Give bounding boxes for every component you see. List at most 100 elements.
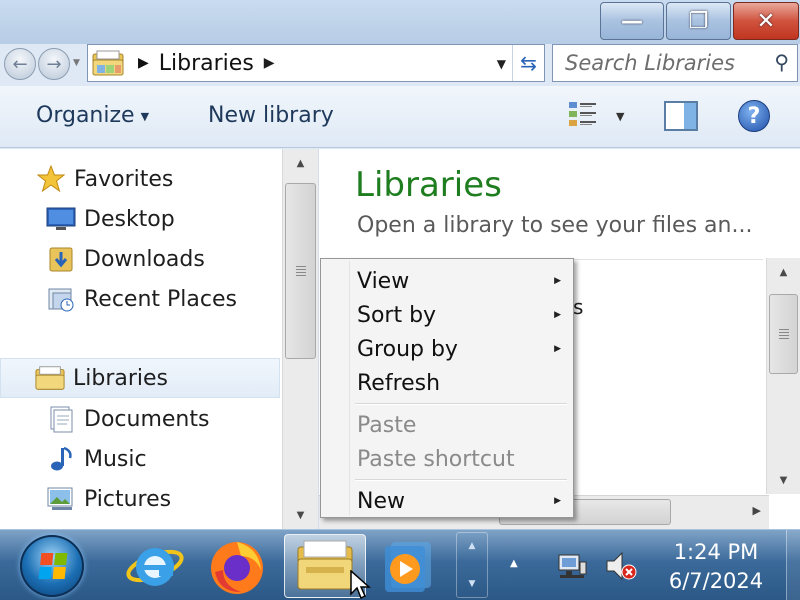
title-bar: — ❐ ✕ <box>0 0 800 44</box>
network-icon[interactable] <box>556 550 588 582</box>
organize-button[interactable]: Organize ▼ <box>36 103 149 128</box>
menu-item-label: Paste shortcut <box>357 446 515 472</box>
menu-item-label: New <box>357 488 405 514</box>
music-icon <box>46 445 76 473</box>
restore-button[interactable]: ❐ <box>666 2 731 40</box>
internet-explorer-taskbar-button[interactable] <box>120 534 190 598</box>
restore-icon: ❐ <box>688 8 709 34</box>
taskbar-scroll-up-icon[interactable]: ▲ <box>469 541 476 551</box>
page-title: Libraries <box>355 165 502 205</box>
firefox-taskbar-button[interactable] <box>202 534 272 598</box>
refresh-button[interactable]: ⇆ <box>512 45 544 81</box>
nav-item-libraries[interactable]: Libraries <box>0 358 280 398</box>
media-player-icon <box>385 542 431 592</box>
nav-pane-scroll-thumb[interactable] <box>285 183 316 359</box>
menu-item-group-by[interactable]: Group by ▶ <box>325 333 569 365</box>
nav-item-label: Pictures <box>84 486 172 512</box>
close-button[interactable]: ✕ <box>733 2 799 40</box>
preview-pane-icon[interactable] <box>664 101 698 131</box>
nav-item-music[interactable]: Music <box>0 439 280 479</box>
help-icon[interactable]: ? <box>738 100 770 132</box>
breadcrumb-chevron-icon[interactable]: ▶ <box>138 55 149 71</box>
star-icon <box>36 165 66 193</box>
submenu-arrow-icon: ▶ <box>554 276 561 286</box>
menu-item-paste[interactable]: Paste <box>325 409 569 441</box>
menu-item-sort-by[interactable]: Sort by ▶ <box>325 299 569 331</box>
menu-separator <box>355 479 567 481</box>
nav-item-recent-places[interactable]: Recent Places <box>0 279 280 319</box>
taskbar-scroll-buttons[interactable]: ▲ ▼ <box>456 532 488 598</box>
recent-places-icon <box>46 285 76 313</box>
chevron-down-icon: ▼ <box>140 109 150 123</box>
nav-item-desktop[interactable]: Desktop <box>0 199 280 239</box>
search-box[interactable]: Search Libraries ⚲ <box>552 44 798 82</box>
nav-item-label: Documents <box>84 406 210 432</box>
taskbar-scroll-down-icon[interactable]: ▼ <box>469 579 476 589</box>
close-icon: ✕ <box>756 8 776 34</box>
clock-date: 6/7/2024 <box>668 569 764 593</box>
windows-logo-icon <box>38 553 68 579</box>
breadcrumb-chevron-icon[interactable]: ▶ <box>264 55 275 71</box>
minimize-button[interactable]: — <box>600 2 664 40</box>
navigation-pane: Favorites Desktop Downloads Recent Place… <box>0 149 282 529</box>
nav-item-label: Music <box>84 446 147 472</box>
content-scroll-thumb[interactable] <box>769 294 798 374</box>
forward-arrow-icon: → <box>46 53 62 75</box>
search-icon[interactable]: ⚲ <box>774 50 789 74</box>
scroll-down-icon[interactable]: ▼ <box>283 501 318 529</box>
libraries-folder-icon <box>35 364 65 392</box>
recent-pages-dropdown[interactable]: ▼ <box>73 58 80 68</box>
forward-button[interactable]: → <box>38 48 70 80</box>
menu-item-paste-shortcut[interactable]: Paste shortcut <box>325 443 569 475</box>
context-menu: View ▶ Sort by ▶ Group by ▶ Refresh Past… <box>320 258 574 518</box>
libraries-folder-icon <box>92 50 124 76</box>
menu-item-label: Paste <box>357 412 417 438</box>
back-button[interactable]: ← <box>4 48 36 80</box>
firefox-icon <box>211 542 263 594</box>
media-player-taskbar-button[interactable] <box>372 534 442 598</box>
nav-item-label: Favorites <box>74 166 174 192</box>
start-button[interactable] <box>20 535 84 597</box>
nav-item-favorites[interactable]: Favorites <box>0 159 280 199</box>
back-arrow-icon: ← <box>12 53 28 75</box>
scroll-right-icon[interactable]: ▶ <box>753 504 761 517</box>
search-placeholder: Search Libraries <box>565 51 735 75</box>
show-hidden-icons-button[interactable]: ▲ <box>510 558 518 569</box>
menu-item-label: View <box>357 268 410 294</box>
menu-item-label: Group by <box>357 336 458 362</box>
submenu-arrow-icon: ▶ <box>554 496 561 506</box>
windows-explorer-icon <box>297 540 353 590</box>
menu-item-label: Sort by <box>357 302 437 328</box>
view-options-chevron-icon[interactable]: ▼ <box>616 110 624 123</box>
nav-item-downloads[interactable]: Downloads <box>0 239 280 279</box>
nav-item-label: Desktop <box>84 206 175 232</box>
minimize-icon: — <box>621 8 643 34</box>
submenu-arrow-icon: ▶ <box>554 310 561 320</box>
page-subtitle: Open a library to see your files an... <box>357 213 753 238</box>
menu-item-label: Refresh <box>357 370 441 396</box>
internet-explorer-icon <box>126 548 184 586</box>
refresh-arrows-icon: ⇆ <box>520 51 537 75</box>
address-dropdown-icon[interactable]: ▼ <box>497 57 506 71</box>
pictures-icon <box>46 485 76 513</box>
show-desktop-button[interactable] <box>786 530 800 600</box>
scroll-up-icon[interactable]: ▲ <box>767 258 800 286</box>
volume-muted-icon[interactable] <box>604 550 638 582</box>
system-clock[interactable]: 1:24 PM 6/7/2024 <box>660 538 772 596</box>
address-bar[interactable]: ▶ Libraries ▶ ▼ ⇆ <box>87 44 545 82</box>
nav-pane-scrollbar[interactable]: ▲ ▼ <box>282 149 318 529</box>
library-item-text-fragment: s <box>573 295 584 319</box>
menu-item-new[interactable]: New ▶ <box>325 485 569 517</box>
content-scrollbar[interactable]: ▲ ▼ <box>766 258 800 494</box>
scroll-down-icon[interactable]: ▼ <box>767 466 800 494</box>
change-view-icon[interactable] <box>568 100 598 128</box>
nav-item-pictures[interactable]: Pictures <box>0 479 280 519</box>
nav-item-documents[interactable]: Documents <box>0 399 280 439</box>
menu-item-refresh[interactable]: Refresh <box>325 367 569 399</box>
submenu-arrow-icon: ▶ <box>554 344 561 354</box>
breadcrumb-libraries[interactable]: Libraries <box>159 51 254 76</box>
mouse-pointer-icon <box>350 570 371 600</box>
menu-item-view[interactable]: View ▶ <box>325 265 569 297</box>
new-library-button[interactable]: New library <box>208 103 334 128</box>
scroll-up-icon[interactable]: ▲ <box>283 149 318 177</box>
